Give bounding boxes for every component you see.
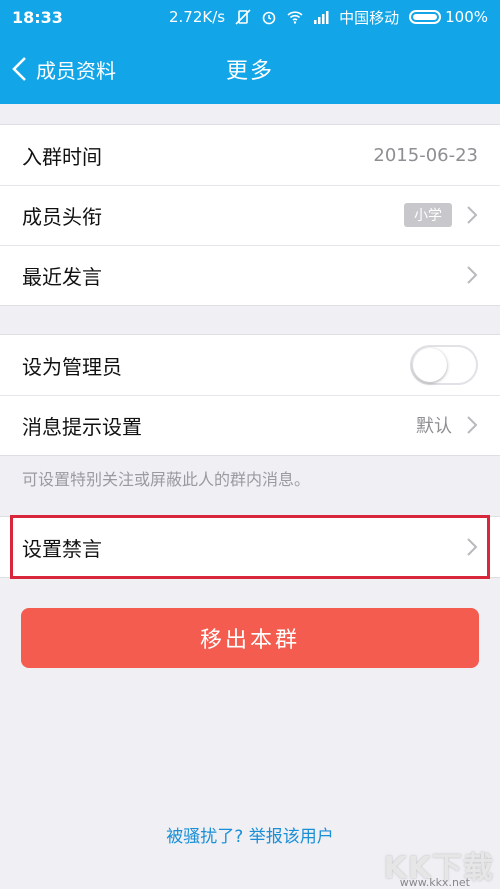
battery-level: 100% xyxy=(445,8,488,26)
set-admin-toggle[interactable] xyxy=(410,345,478,385)
chevron-right-icon xyxy=(467,206,478,224)
battery: 100% xyxy=(409,8,488,26)
wifi-icon xyxy=(287,11,303,24)
info-group: 入群时间 2015-06-23 成员头衔 小学 最近发言 xyxy=(0,124,500,306)
set-admin-label: 设为管理员 xyxy=(22,354,122,379)
row-set-admin: 设为管理员 xyxy=(0,335,500,395)
join-time-label: 入群时间 xyxy=(22,144,102,169)
member-title-badge: 小学 xyxy=(404,203,452,227)
mute-group: 设置禁言 xyxy=(0,515,500,579)
nav-bar: 成员资料 更多 xyxy=(0,34,500,104)
chevron-right-icon xyxy=(467,538,478,556)
watermark-url: www.kkx.net xyxy=(399,876,470,889)
row-msg-setting[interactable]: 消息提示设置 默认 xyxy=(0,395,500,455)
set-mute-label: 设置禁言 xyxy=(22,536,102,561)
signal-icon xyxy=(314,11,329,24)
carrier-name: 中国移动 xyxy=(339,8,400,27)
settings-group: 设为管理员 消息提示设置 默认 xyxy=(0,334,500,456)
network-speed: 2.72K/s xyxy=(168,8,226,26)
member-title-label: 成员头衔 xyxy=(22,204,102,229)
chevron-right-icon xyxy=(467,416,478,434)
battery-icon xyxy=(409,10,442,24)
chevron-right-icon xyxy=(467,266,478,284)
row-join-time: 入群时间 2015-06-23 xyxy=(0,125,500,185)
recent-posts-label: 最近发言 xyxy=(22,264,102,289)
hint-text: 可设置特别关注或屏蔽此人的群内消息。 xyxy=(22,470,311,489)
remove-from-group-button[interactable]: 移出本群 xyxy=(21,608,479,668)
alarm-icon xyxy=(262,11,276,25)
msg-setting-label: 消息提示设置 xyxy=(22,414,142,439)
status-time: 18:33 xyxy=(12,7,63,27)
row-set-mute[interactable]: 设置禁言 xyxy=(0,517,500,577)
toggle-knob xyxy=(413,348,447,382)
row-recent-posts[interactable]: 最近发言 xyxy=(0,245,500,305)
msg-setting-value: 默认 xyxy=(416,416,452,437)
row-member-title[interactable]: 成员头衔 小学 xyxy=(0,185,500,245)
join-time-value: 2015-06-23 xyxy=(373,144,478,166)
vibrate-off-icon xyxy=(235,9,251,25)
page-title: 更多 xyxy=(225,59,274,84)
status-bar: 18:33 2.72K/s 中国移动 100% xyxy=(0,0,500,34)
status-icons: 2.72K/s 中国移动 100% xyxy=(169,7,488,28)
